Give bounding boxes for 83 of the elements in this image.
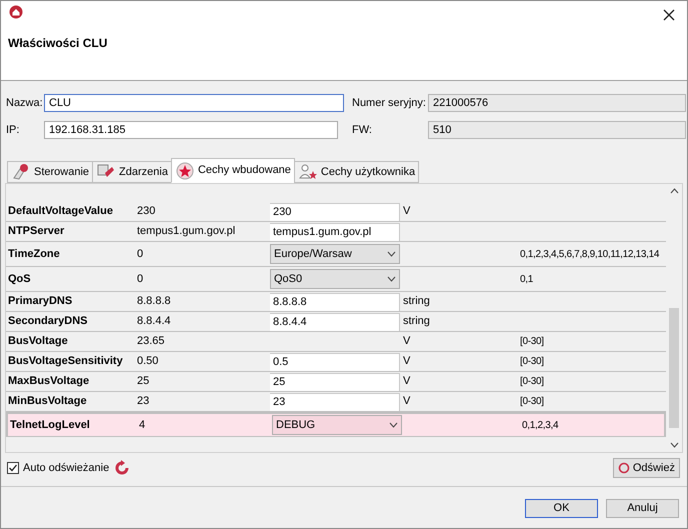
range-label: 0,1,2,3,4 (522, 420, 558, 430)
property-name: TimeZone (8, 248, 60, 260)
highlighted-row[interactable]: TelnetLogLevel 4 DEBUG 0,1,2,3,4 (6, 412, 666, 437)
property-name: BusVoltageSensitivity (8, 355, 123, 368)
unit-label: V (403, 335, 410, 348)
field-label: Numer seryjny: (352, 96, 427, 111)
chevron-down-icon (387, 276, 396, 282)
range-label: [0-30] (520, 336, 544, 347)
table-row[interactable]: PrimaryDNS 8.8.8.8 8.8.8.8 string (6, 292, 666, 312)
input-field[interactable]: 230 (270, 202, 400, 220)
range-label: 0,1,2,3,4,5,6,7,8,9,10,11,12,13,14 (520, 248, 660, 260)
unit-label: V (403, 355, 410, 368)
property-name: PrimaryDNS (8, 295, 72, 308)
readonly-field: 510 (428, 121, 686, 139)
property-value: 0 (137, 272, 144, 285)
dropdown[interactable]: DEBUG (272, 415, 402, 435)
table-row[interactable]: BusVoltage 23.65 V [0-30] (6, 332, 666, 352)
property-name: QoS (8, 272, 31, 285)
table-row[interactable]: TimeZone 0 Europe/Warsaw 0,1,2,3,4,5,6,7,8,9,10,11,12,13,14 (6, 242, 666, 267)
scrollbar-thumb[interactable] (669, 308, 679, 428)
input-field[interactable]: 192.168.31.185 (44, 121, 338, 139)
dialog-button[interactable]: OK (525, 499, 598, 518)
property-name: TelnetLogLevel (10, 418, 90, 431)
property-value: 8.8.8.8 (137, 295, 171, 308)
input-field[interactable]: 23 (270, 392, 400, 410)
close-icon[interactable] (663, 9, 675, 21)
property-value: 0 (137, 248, 144, 260)
dropdown[interactable]: QoS0 (270, 269, 400, 289)
scroll-down-icon[interactable] (670, 442, 678, 448)
property-value: tempus1.gum.gov.pl (137, 225, 236, 238)
tab[interactable]: Cechy użytkownika (294, 161, 420, 183)
field-label: FW: (352, 122, 373, 138)
chevron-down-icon (387, 251, 396, 257)
property-name: DefaultVoltageValue (8, 205, 113, 218)
property-value: 230 (137, 205, 156, 218)
checkbox-label: Auto odświeżanie (23, 460, 110, 476)
unit-label: V (403, 395, 410, 408)
property-name: MinBusVoltage (8, 395, 87, 408)
unit-label: string (403, 295, 430, 308)
property-value: 0.50 (137, 355, 158, 368)
range-label: 0,1 (520, 274, 534, 284)
user-star-icon (298, 163, 318, 181)
field-label: IP: (6, 122, 20, 138)
scroll-up-icon[interactable] (670, 188, 678, 194)
checkbox[interactable] (7, 462, 19, 474)
table-row[interactable]: QoS 0 QoS0 0,1 (6, 267, 666, 292)
unit-label: string (403, 315, 430, 328)
tab[interactable]: Zdarzenia (92, 161, 172, 183)
table-row[interactable]: NTPServer tempus1.gum.gov.pl tempus1.gum.gov.pl (6, 222, 666, 242)
refresh-button[interactable]: Odśwież (612, 458, 680, 478)
table-row[interactable]: DefaultVoltageValue 230 230 V (6, 202, 666, 222)
range-label: [0-30] (520, 376, 544, 387)
property-value: 8.8.4.4 (137, 315, 171, 328)
table-row[interactable]: MaxBusVoltage 25 25 V [0-30] (6, 372, 666, 392)
property-value: 4 (139, 418, 146, 431)
input-field[interactable]: 8.8.4.4 (270, 312, 400, 330)
tab[interactable]: Cechy wbudowane (170, 158, 295, 183)
property-value: 23.65 (137, 335, 165, 348)
range-label: [0-30] (520, 396, 544, 407)
property-name: SecondaryDNS (8, 315, 88, 328)
input-field[interactable]: 0.5 (270, 352, 400, 370)
property-value: 25 (137, 375, 150, 388)
property-name: BusVoltage (8, 335, 68, 348)
input-field[interactable]: 25 (270, 372, 400, 390)
app-logo-icon (9, 5, 23, 19)
field-label: Nazwa: (6, 96, 40, 111)
property-value: 23 (137, 395, 150, 408)
property-name: MaxBusVoltage (8, 375, 90, 388)
chevron-down-icon (389, 422, 398, 428)
tab[interactable]: Sterowanie (7, 161, 94, 183)
input-field[interactable]: 8.8.8.8 (270, 292, 400, 310)
table-row[interactable]: SecondaryDNS 8.8.4.4 8.8.4.4 string (6, 312, 666, 332)
readonly-field: 221000576 (428, 94, 686, 112)
input-field[interactable]: tempus1.gum.gov.pl (270, 222, 400, 240)
dropdown[interactable]: Europe/Warsaw (270, 244, 400, 264)
unit-label: V (403, 375, 410, 388)
range-label: [0-30] (520, 356, 544, 367)
table-row[interactable]: BusVoltageSensitivity 0.50 0.5 V [0-30] (6, 352, 666, 372)
unit-label: V (403, 205, 410, 218)
input-field[interactable]: CLU (44, 94, 344, 112)
dialog-button[interactable]: Anuluj (606, 499, 679, 518)
property-name: NTPServer (8, 225, 64, 238)
window-title: Właściwości CLU (8, 35, 108, 52)
